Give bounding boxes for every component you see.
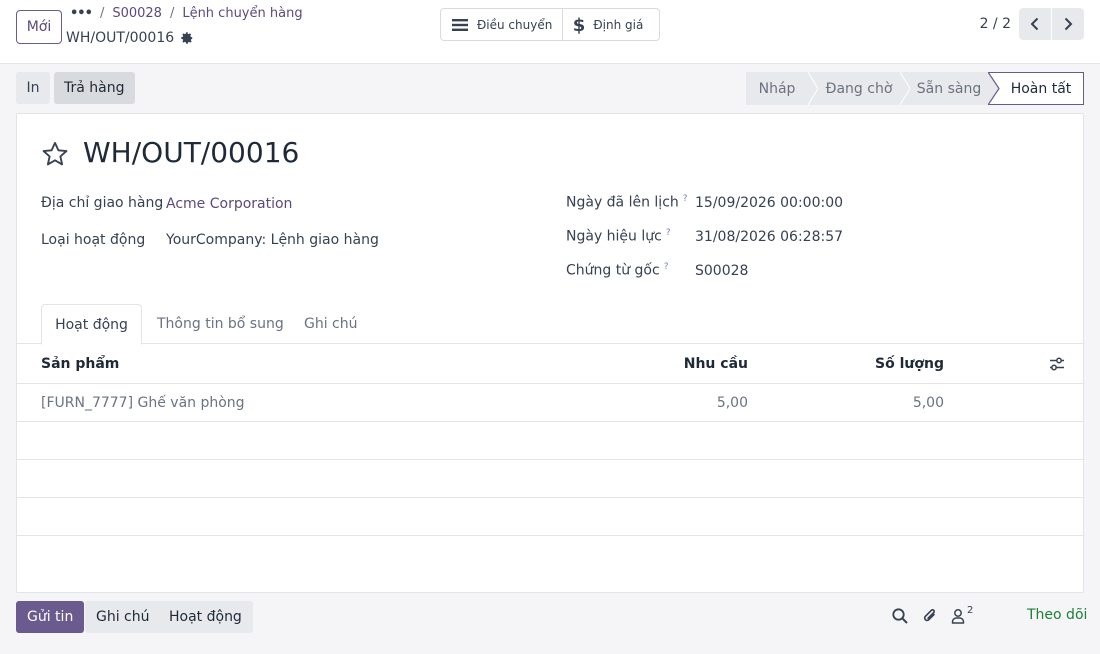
column-settings-icon[interactable] [1049,357,1065,371]
return-button[interactable]: Trả hàng [54,72,135,104]
field-value-scheduled-date[interactable]: 15/09/2026 00:00:00 [695,195,843,211]
new-button[interactable]: Mới [16,10,62,44]
form-sheet: WH/OUT/00016 Địa chỉ giao hàng Acme Corp… [16,113,1084,593]
star-icon[interactable] [41,140,69,168]
stage-arrow [900,72,910,105]
followers-icon[interactable] [950,607,968,625]
valuation-smart-button-label: Định giá [593,17,644,32]
breadcrumb-item-sale-order[interactable]: S00028 [112,6,162,21]
pager-next-button[interactable] [1052,8,1084,40]
follow-button[interactable]: Theo dõi [1027,607,1087,623]
print-button[interactable]: In [16,72,50,104]
stage-label: Sẵn sàng [916,80,982,97]
column-header-quantity[interactable]: Số lượng [844,344,944,384]
field-label-delivery-address: Địa chỉ giao hàng [41,195,164,211]
stage-done[interactable]: Hoàn tất [988,72,1084,105]
breadcrumb: ••• / S00028 / Lệnh chuyển hàng [70,6,303,21]
column-header-product[interactable]: Sản phẩm [41,344,119,384]
pager: 2 / 2 [980,8,1084,40]
stage-label: Đang chờ [825,80,893,97]
tab-additional-info[interactable]: Thông tin bổ sung [157,304,284,344]
field-label-operation-type: Loại hoạt động [41,232,146,248]
record-title: WH/OUT/00016 [83,136,300,169]
stage-ready[interactable]: Sẵn sàng [900,72,988,105]
stage-label: Nháp [758,80,796,97]
stage-arrow [988,72,1000,105]
field-value-source-document[interactable]: S00028 [695,263,748,279]
table-row-empty [17,460,1083,498]
field-value-delivery-address[interactable]: Acme Corporation [166,196,292,212]
tab-note[interactable]: Ghi chú [304,304,358,344]
stage-label-active: Hoàn tất [1010,80,1072,97]
valuation-smart-button[interactable]: $ Định giá [562,9,653,40]
field-label-text: Ngày hiệu lực [566,228,662,245]
breadcrumb-separator: / [169,6,175,21]
status-bar: Nháp Đang chờ Sẵn sàng Hoàn tất [746,72,1084,105]
field-value-effective-date: 31/08/2026 06:28:57 [695,229,844,245]
field-label-text: Ngày đã lên lịch [566,194,679,211]
breadcrumb-item-transfers[interactable]: Lệnh chuyển hàng [182,6,302,21]
breadcrumb-more-icon[interactable]: ••• [70,6,93,21]
notebook-tabs: Hoạt động Thông tin bổ sung Ghi chú [17,304,1083,345]
field-value-operation-type[interactable]: YourCompany: Lệnh giao hàng [166,232,379,248]
followers-count: 2 [967,605,974,616]
help-icon[interactable]: ? [666,228,671,238]
chevron-right-icon [1064,17,1073,31]
field-label-source-document: Chứng từ gốc? [566,262,668,279]
log-note-button[interactable]: Ghi chú [85,601,161,633]
stage-draft[interactable]: Nháp [746,72,818,105]
help-icon[interactable]: ? [664,262,669,272]
activity-button[interactable]: Hoạt động [158,601,253,633]
gear-icon[interactable] [180,31,194,45]
search-icon[interactable] [891,607,909,625]
svg-text:$: $ [573,15,585,35]
field-label-text: Chứng từ gốc [566,262,660,279]
table-row[interactable]: [FURN_7777] Ghế văn phòng 5,00 5,00 [17,384,1083,422]
record-name: WH/OUT/00016 [66,30,175,46]
column-header-demand[interactable]: Nhu cầu [657,344,748,384]
send-message-button[interactable]: Gửi tin [16,601,85,633]
control-panel: Mới ••• / S00028 / Lệnh chuyển hàng WH/O… [0,0,1100,64]
table-row-empty [17,498,1083,536]
smart-buttons: Điều chuyển $ Định giá [440,8,660,41]
record-title-row: WH/OUT/00016 [66,30,194,46]
pager-previous-button[interactable] [1019,8,1051,40]
dollar-icon: $ [573,15,585,35]
stage-waiting[interactable]: Đang chờ [808,72,910,105]
field-label-scheduled-date: Ngày đã lên lịch? [566,194,688,211]
cell-product: [FURN_7777] Ghế văn phòng [41,395,245,411]
table-header: Sản phẩm Nhu cầu Số lượng [17,344,1083,384]
pager-value: 2 / 2 [979,16,1011,32]
field-label-effective-date: Ngày hiệu lực? [566,228,671,245]
breadcrumb-separator: / [99,6,105,21]
paperclip-icon[interactable] [921,607,939,625]
help-icon[interactable]: ? [683,194,688,204]
stage-arrow [808,72,818,105]
cell-demand: 5,00 [716,395,748,411]
list-icon [452,18,468,31]
table-row-empty [17,422,1083,460]
chevron-left-icon [1030,17,1039,31]
cell-quantity: 5,00 [912,395,944,411]
moves-smart-button[interactable]: Điều chuyển [441,9,562,40]
moves-smart-button-label: Điều chuyển [477,17,553,32]
tab-operations[interactable]: Hoạt động [41,304,142,345]
